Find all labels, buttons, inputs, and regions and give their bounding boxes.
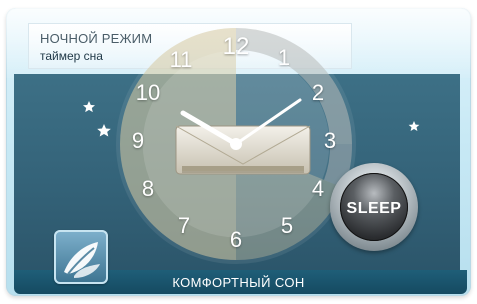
clock-center (230, 138, 242, 150)
clock-number-4: 4 (311, 176, 325, 201)
clock-number-12: 12 (222, 33, 250, 60)
eco-leaf-button[interactable] (54, 230, 108, 284)
star-icon (97, 124, 111, 137)
clock-number-2: 2 (311, 80, 325, 105)
leaf-icon (64, 242, 100, 278)
clock-number-3: 3 (323, 128, 337, 153)
moon-icon (56, 88, 97, 148)
star-icon (408, 121, 420, 131)
clock-number-8: 8 (141, 176, 155, 201)
star-icon (83, 101, 95, 113)
clock-number-11: 11 (169, 47, 193, 72)
air-conditioner-icon (175, 125, 311, 175)
night-mode-screen: НОЧНОЙ РЕЖИМ таймер сна 12 1 2 3 4 5 6 7… (0, 0, 477, 304)
clock-number-10: 10 (135, 80, 161, 105)
clock-number-9: 9 (131, 128, 145, 153)
sleep-button-label[interactable]: SLEEP (340, 200, 408, 218)
clock-number-1: 1 (277, 45, 291, 70)
clock-number-5: 5 (280, 213, 294, 238)
clock-number-7: 7 (177, 213, 191, 238)
clock-number-6: 6 (229, 227, 243, 252)
